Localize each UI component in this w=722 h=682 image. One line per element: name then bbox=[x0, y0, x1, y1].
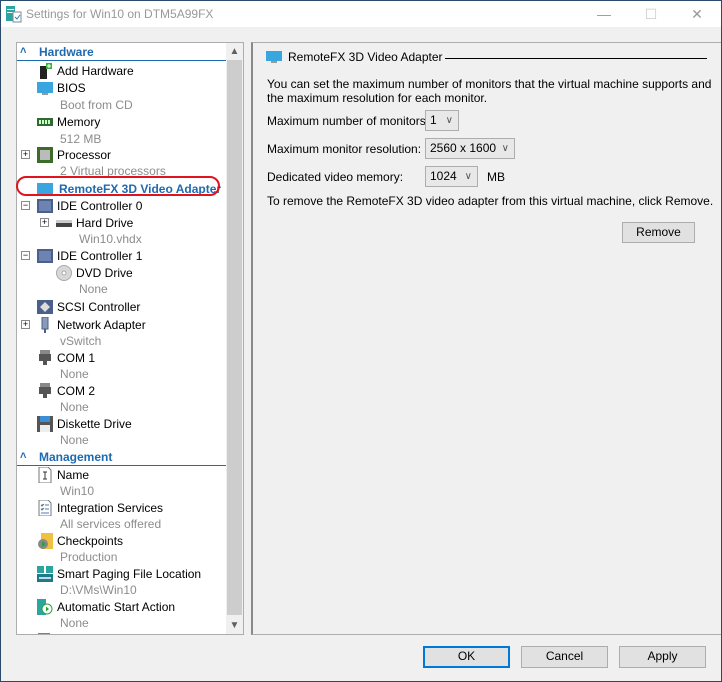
tree-item-label: Checkpoints bbox=[57, 534, 124, 548]
video-memory-label: Dedicated video memory: bbox=[267, 170, 404, 184]
resolution-value: 2560 x 1600 bbox=[430, 141, 497, 155]
section-label: Hardware bbox=[39, 45, 94, 59]
ide-controller-icon bbox=[37, 199, 53, 213]
dvd-drive-icon bbox=[56, 265, 72, 281]
tree-item-sub: None bbox=[60, 433, 89, 447]
tree-item-sub: D:\VMs\Win10 bbox=[60, 583, 137, 597]
tree-item-sub: Win10 bbox=[60, 484, 95, 498]
tree-item-sub: Production bbox=[60, 550, 118, 564]
monitor-icon bbox=[266, 51, 282, 63]
collapse-icon[interactable]: − bbox=[21, 201, 30, 210]
chevron-double-up-icon: ˄ bbox=[20, 45, 27, 57]
tree-item-sub: None bbox=[60, 367, 89, 381]
tree-item-label: Hard Drive bbox=[76, 216, 134, 230]
tree-scrollbar[interactable]: ▲ ▼ bbox=[226, 43, 243, 634]
hard-drive-icon bbox=[56, 220, 72, 227]
settings-app-icon bbox=[6, 6, 22, 23]
scroll-up-arrow-icon[interactable]: ▲ bbox=[226, 43, 243, 60]
tree-item-label: Processor bbox=[57, 148, 112, 162]
tree-item-label: Add Hardware bbox=[57, 64, 134, 78]
tree-item-label: IDE Controller 0 bbox=[57, 199, 143, 213]
title-bar: Settings for Win10 on DTM5A99FX — ☐ ✕ bbox=[1, 1, 721, 27]
tree-item-label: Automatic Start Action bbox=[57, 600, 176, 614]
description-text: You can set the maximum number of monito… bbox=[267, 77, 712, 105]
maximize-button[interactable]: ☐ bbox=[628, 1, 674, 27]
chevron-down-icon: ∨ bbox=[445, 115, 453, 126]
resolution-select[interactable]: 2560 x 1600 ∨ bbox=[425, 138, 515, 159]
com-port-icon bbox=[39, 383, 51, 398]
com-port-icon bbox=[39, 350, 51, 365]
tree-item-label: Smart Paging File Location bbox=[57, 567, 202, 581]
automatic-start-icon bbox=[37, 599, 53, 615]
name-icon bbox=[38, 467, 52, 483]
tree-item-label: Name bbox=[57, 468, 90, 482]
tree-item-sub: 512 MB bbox=[60, 132, 102, 146]
scsi-controller-icon bbox=[37, 300, 53, 314]
network-adapter-icon bbox=[41, 317, 49, 333]
smart-paging-icon bbox=[37, 566, 53, 582]
section-management[interactable]: ˄ Management bbox=[17, 449, 227, 466]
monitor-icon bbox=[37, 82, 53, 95]
integration-services-icon bbox=[38, 500, 52, 516]
remove-button[interactable]: Remove bbox=[622, 222, 695, 243]
close-button[interactable]: ✕ bbox=[674, 1, 720, 27]
tree-item-sub: Boot from CD bbox=[60, 98, 133, 112]
tree-item-sub: All services offered bbox=[60, 517, 162, 531]
tree-item-label: BIOS bbox=[57, 81, 86, 95]
group-title: RemoteFX 3D Video Adapter bbox=[288, 50, 443, 64]
tree-item-sub: vSwitch bbox=[60, 334, 102, 348]
scroll-thumb[interactable] bbox=[227, 60, 242, 615]
checkpoints-icon bbox=[38, 533, 53, 549]
section-hardware[interactable]: ˄ Hardware bbox=[17, 44, 227, 61]
tree-item-sub: None bbox=[60, 616, 89, 630]
selection-highlight-oval bbox=[16, 176, 220, 196]
settings-tree: ˄ Hardware Add Hardware BIOS Boot from C… bbox=[16, 42, 244, 635]
video-memory-unit: MB bbox=[487, 170, 505, 184]
expand-icon[interactable]: + bbox=[40, 218, 49, 227]
scroll-down-arrow-icon[interactable]: ▼ bbox=[226, 617, 243, 634]
ok-button[interactable]: OK bbox=[423, 646, 510, 668]
monitors-label: Maximum number of monitors: bbox=[267, 114, 430, 128]
settings-window: Settings for Win10 on DTM5A99FX — ☐ ✕ ˄ … bbox=[0, 0, 722, 682]
floppy-icon bbox=[37, 416, 53, 432]
add-hardware-icon bbox=[40, 63, 52, 79]
monitors-value: 1 bbox=[430, 113, 437, 127]
minimize-button[interactable]: — bbox=[581, 1, 627, 27]
apply-button[interactable]: Apply bbox=[619, 646, 706, 668]
resolution-label: Maximum monitor resolution: bbox=[267, 142, 422, 156]
ide-controller-icon bbox=[37, 249, 53, 263]
memory-icon bbox=[37, 118, 53, 126]
group-divider bbox=[445, 58, 707, 59]
tree-item-label: Memory bbox=[57, 115, 101, 129]
expand-icon[interactable]: + bbox=[21, 150, 30, 159]
tree-item-sub: Win10.vhdx bbox=[79, 232, 142, 246]
collapse-icon[interactable]: − bbox=[21, 251, 30, 260]
tree-item-sub: None bbox=[79, 282, 108, 296]
tree-item-label: COM 1 bbox=[57, 351, 96, 365]
group-header: RemoteFX 3D Video Adapter bbox=[265, 49, 707, 67]
details-panel: RemoteFX 3D Video Adapter You can set th… bbox=[251, 42, 721, 635]
expand-icon[interactable]: + bbox=[21, 320, 30, 329]
tree-item-label: COM 2 bbox=[57, 384, 96, 398]
chevron-down-icon: ∨ bbox=[464, 171, 472, 182]
window-title: Settings for Win10 on DTM5A99FX bbox=[26, 7, 214, 21]
processor-icon bbox=[37, 147, 53, 163]
tree-item-label: SCSI Controller bbox=[57, 300, 141, 314]
video-memory-value: 1024 bbox=[430, 169, 457, 183]
tree-item-label: Diskette Drive bbox=[57, 417, 132, 431]
section-label: Management bbox=[39, 450, 113, 464]
tree-item-label: Network Adapter bbox=[57, 318, 146, 332]
chevron-down-icon: ∨ bbox=[501, 143, 509, 154]
chevron-double-up-icon: ˄ bbox=[20, 450, 27, 462]
tree-item-label: IDE Controller 1 bbox=[57, 249, 143, 263]
monitors-select[interactable]: 1 ∨ bbox=[425, 110, 459, 131]
tree-item-label: Integration Services bbox=[57, 501, 164, 515]
cancel-button[interactable]: Cancel bbox=[521, 646, 608, 668]
partial-item-icon bbox=[38, 633, 50, 634]
tree-item-sub: None bbox=[60, 400, 89, 414]
video-memory-select[interactable]: 1024 ∨ bbox=[425, 166, 478, 187]
tree-item-label: DVD Drive bbox=[76, 266, 133, 280]
remove-note: To remove the RemoteFX 3D video adapter … bbox=[267, 194, 714, 208]
